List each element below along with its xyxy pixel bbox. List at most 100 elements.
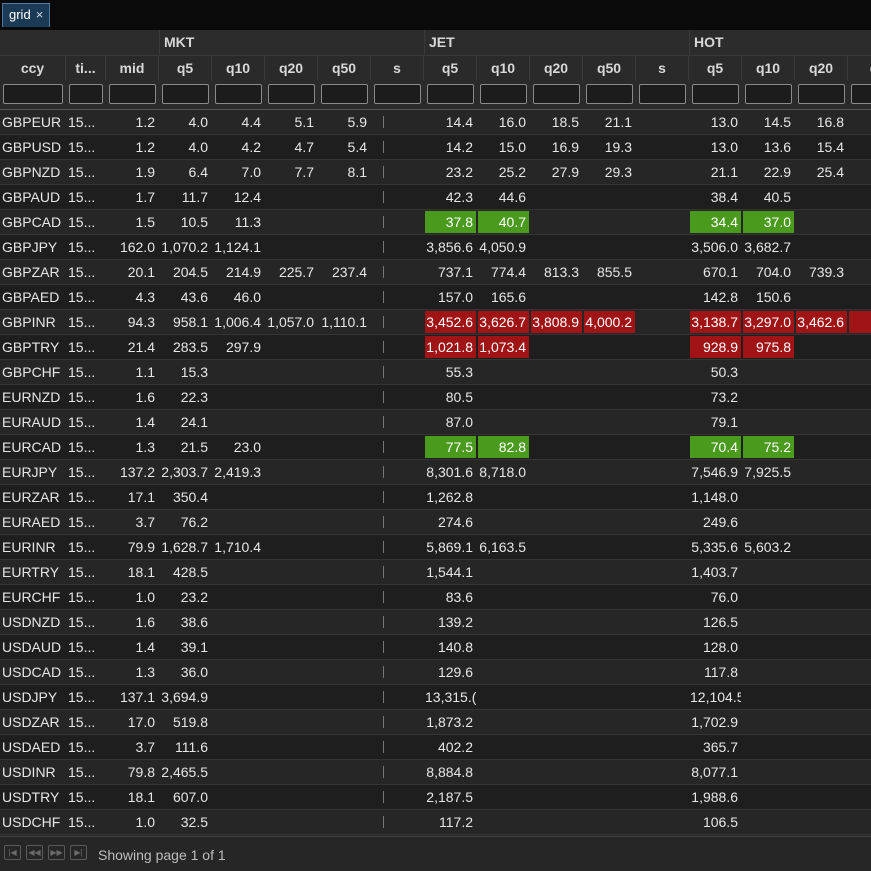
table-row[interactable]: GBPTRY 15... 21.4 283.5 297.9 1,021.8 1,073.4 9… [0,335,871,360]
cell-h5: 13.0 [710,139,738,155]
table-row[interactable]: USDCHF 15... 1.0 32.5 117.2 106.5 [0,810,871,835]
column-header-ti[interactable]: ti... [66,56,106,80]
cell-ti: 15... [68,514,96,530]
table-row[interactable]: USDCAD 15... 1.3 36.0 129.6 117.8 [0,660,871,685]
cell-ti: 15... [68,114,96,130]
cell-h5: 126.5 [702,614,738,630]
spread-indicator [383,441,387,453]
table-row[interactable]: GBPJPY 15... 162.0 1,070.2 1,124.1 3,856.6 4,0… [0,235,871,260]
table-row[interactable]: GBPNZD 15... 1.9 6.4 7.0 7.7 8.1 23.2 25.2 27.9 29… [0,160,871,185]
cell-ti: 15... [68,139,96,155]
table-row[interactable]: EURZAR 15... 17.1 350.4 1,262.8 1,148.0 [0,485,871,510]
table-row[interactable]: GBPAED 15... 4.3 43.6 46.0 157.0 165.6 142.8 150… [0,285,871,310]
cell-h5: 249.6 [702,514,738,530]
cell-m20 [266,461,317,483]
filter-input-h5[interactable] [692,84,739,104]
cell-h5: 117.8 [704,664,738,680]
table-row[interactable]: EURAUD 15... 1.4 24.1 87.0 79.1 [0,410,871,435]
filter-input-m5[interactable] [162,84,209,104]
column-header-js[interactable]: s [636,56,689,80]
column-header-m50[interactable]: q50 [318,56,371,80]
table-row[interactable]: GBPZAR 15... 20.1 204.5 214.9 225.7 237.4 737.1… [0,260,871,285]
first-page-button[interactable]: |◀ [4,845,21,860]
cell-ccy: GBPAUD [2,189,61,205]
table-row[interactable]: EURJPY 15... 137.2 2,303.7 2,419.3 8,301.6 8,7… [0,460,871,485]
cell-j20 [531,661,582,683]
column-header-h10[interactable]: q10 [742,56,795,80]
table-row[interactable]: GBPUSD 15... 1.2 4.0 4.2 4.7 5.4 14.2 15.0 16.9 19… [0,135,871,160]
filter-input-j50[interactable] [586,84,633,104]
cell-ti: 15... [68,389,96,405]
table-row[interactable]: USDTRY 15... 18.1 607.0 2,187.5 1,988.6 [0,785,871,810]
cell-ccy: USDAUD [2,639,62,655]
filter-input-ms[interactable] [374,84,421,104]
cell-j50 [584,361,635,383]
cell-m20 [266,511,317,533]
table-row[interactable]: EURINR 15... 79.9 1,628.7 1,710.4 5,869.1 6,16… [0,535,871,560]
table-row[interactable]: GBPEUR 15... 1.2 4.0 4.4 5.1 5.9 14.4 16.0 18.5 21… [0,110,871,135]
column-header-j20[interactable]: q20 [530,56,583,80]
filter-input-h50[interactable] [851,84,871,104]
cell-j5: 1,021.8 [425,336,476,358]
filter-input-j20[interactable] [533,84,580,104]
column-header-j10[interactable]: q10 [477,56,530,80]
tab-grid[interactable]: grid × [2,3,50,27]
cell-h5: 8,077.1 [691,764,738,780]
cell-j5: 8,884.8 [426,764,473,780]
column-header-h20[interactable]: q20 [795,56,848,80]
table-row[interactable]: GBPINR 15... 94.3 958.1 1,006.4 1,057.0 1,110.… [0,310,871,335]
column-header-m20[interactable]: q20 [265,56,318,80]
column-header-mid[interactable]: mid [106,56,159,80]
column-header-m10[interactable]: q10 [212,56,265,80]
cell-h50: 3,6 [849,311,871,333]
table-row[interactable]: USDJPY 15... 137.1 3,694.9 13,315.(12,104.5 [0,685,871,710]
next-page-button[interactable]: ▶▶ [48,845,65,860]
table-row[interactable]: GBPCHF 15... 1.1 15.3 55.3 50.3 [0,360,871,385]
column-header-h50[interactable]: q [848,56,871,80]
cell-j10: 1,073.4 [478,336,529,358]
table-row[interactable]: USDAED 15... 3.7 111.6 402.2 365.7 [0,735,871,760]
cell-ti: 15... [68,414,96,430]
table-row[interactable]: EURAED 15... 3.7 76.2 274.6 249.6 [0,510,871,535]
cell-j20 [531,411,582,433]
last-page-button[interactable]: ▶| [70,845,87,860]
filter-input-j10[interactable] [480,84,527,104]
cell-m10 [213,761,264,783]
cell-m10: 1,006.4 [214,314,261,330]
table-row[interactable]: USDAUD 15... 1.4 39.1 140.8 128.0 [0,635,871,660]
table-row[interactable]: USDINR 15... 79.8 2,465.5 8,884.8 8,077.1 [0,760,871,785]
filter-input-h20[interactable] [798,84,845,104]
filter-input-mid[interactable] [109,84,156,104]
column-header-ms[interactable]: s [371,56,424,80]
column-header-h5[interactable]: q5 [689,56,742,80]
table-row[interactable]: GBPCAD 15... 1.5 10.5 11.3 37.8 40.7 34.4 37.0 [0,210,871,235]
page-status-text: Showing page 1 of 1 [98,847,226,863]
cell-ti: 15... [68,639,96,655]
filter-input-m20[interactable] [268,84,315,104]
column-header-ccy[interactable]: ccy [0,56,66,80]
cell-j5: 737.1 [437,264,473,280]
close-icon[interactable]: × [36,7,44,22]
filter-input-j5[interactable] [427,84,474,104]
previous-page-button[interactable]: ◀◀ [26,845,43,860]
filter-input-m10[interactable] [215,84,262,104]
column-header-m5[interactable]: q5 [159,56,212,80]
table-row[interactable]: USDZAR 15... 17.0 519.8 1,873.2 1,702.9 [0,710,871,735]
filter-input-h10[interactable] [745,84,792,104]
table-row[interactable]: EURCAD 15... 1.3 21.5 23.0 77.5 82.8 70.4 75.2 [0,435,871,460]
column-header-j50[interactable]: q50 [583,56,636,80]
table-row[interactable]: USDNZD 15... 1.6 38.6 139.2 126.5 [0,610,871,635]
column-header-j5[interactable]: q5 [424,56,477,80]
table-row[interactable]: EURTRY 15... 18.1 428.5 1,544.1 1,403.7 [0,560,871,585]
filter-input-m50[interactable] [321,84,368,104]
table-row[interactable]: EURNZD 15... 1.6 22.3 80.5 73.2 [0,385,871,410]
table-row[interactable]: EURCHF 15... 1.0 23.2 83.6 76.0 [0,585,871,610]
filter-input-ccy[interactable] [3,84,63,104]
filter-input-ti[interactable] [69,84,103,104]
cell-h20 [796,586,847,608]
filter-input-js[interactable] [639,84,686,104]
cell-j10: 40.7 [478,211,529,233]
table-row[interactable]: GBPAUD 15... 1.7 11.7 12.4 42.3 44.6 38.4 40.5 [0,185,871,210]
cell-h5: 142.8 [702,289,738,305]
column-group-row: MKT JET HOT [0,30,871,55]
